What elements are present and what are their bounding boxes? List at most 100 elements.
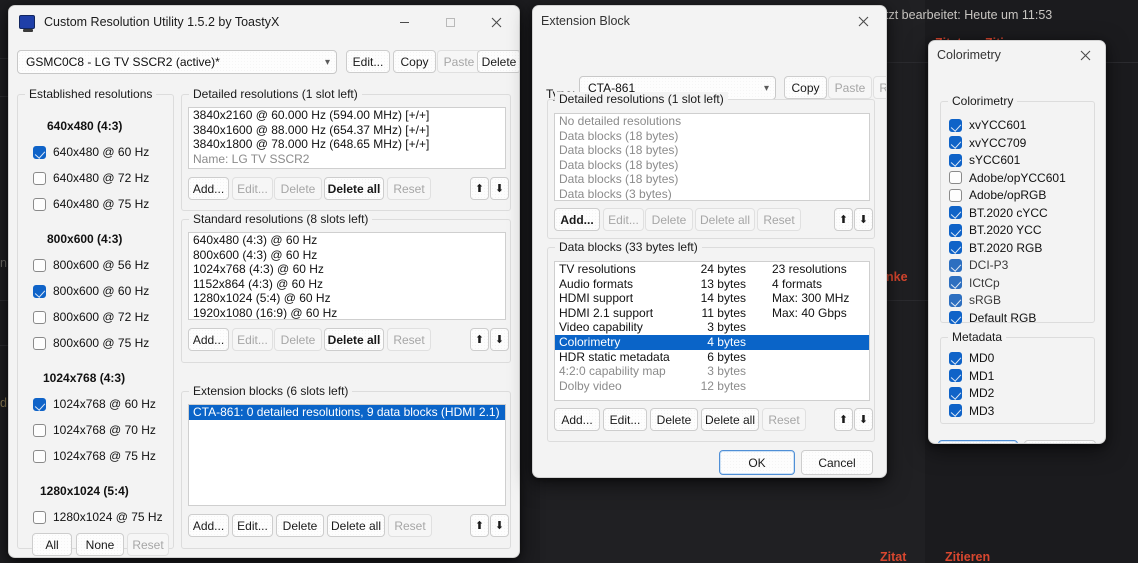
extblocks-delete-all-button[interactable]: Delete all <box>327 514 385 537</box>
list-item[interactable]: Data blocks (18 bytes) <box>555 158 869 173</box>
ext-detailed-list[interactable]: No detailed resolutions Data blocks (18 … <box>554 113 870 201</box>
datablocks-reset-button[interactable]: Reset <box>762 408 806 431</box>
ext-detailed-delete-all-button[interactable]: Delete all <box>695 208 755 231</box>
arrow-up-icon[interactable]: ⬆ <box>470 328 489 351</box>
table-row[interactable]: Colorimetry 4 bytes <box>555 334 869 350</box>
checkbox-1024x768-70[interactable]: 1024x768 @ 70 Hz <box>33 423 156 437</box>
checkbox-md3[interactable]: MD3 <box>949 404 994 418</box>
list-item[interactable]: 3840x1800 @ 78.000 Hz (648.65 MHz) [+/+] <box>189 137 505 152</box>
detailed-delete-button[interactable]: Delete <box>274 177 322 200</box>
table-row[interactable]: TV resolutions 24 bytes 23 resolutions <box>555 262 869 277</box>
checkbox-md0[interactable]: MD0 <box>949 351 994 365</box>
table-row[interactable]: HDR static metadata 6 bytes <box>555 350 869 365</box>
close-icon[interactable] <box>473 6 519 38</box>
list-item[interactable]: 3840x2160 @ 60.000 Hz (594.00 MHz) [+/+] <box>189 108 505 123</box>
detailed-resolutions-list[interactable]: 3840x2160 @ 60.000 Hz (594.00 MHz) [+/+]… <box>188 107 506 169</box>
checkbox-xvycc601[interactable]: xvYCC601 <box>949 118 1026 132</box>
checkbox-xvycc709[interactable]: xvYCC709 <box>949 136 1026 150</box>
extension-blocks-list[interactable]: CTA-861: 0 detailed resolutions, 9 data … <box>188 404 506 506</box>
arrow-down-icon[interactable]: ⬇ <box>490 177 509 200</box>
checkbox-dci-p3[interactable]: DCI-P3 <box>949 258 1008 272</box>
arrow-up-icon[interactable]: ⬆ <box>470 177 489 200</box>
colorimetry-ok-button[interactable]: OK <box>938 440 1018 443</box>
extblocks-reset-button[interactable]: Reset <box>388 514 432 537</box>
checkbox-bt2020-rgb[interactable]: BT.2020 RGB <box>949 241 1042 255</box>
list-item[interactable]: 3840x1600 @ 88.000 Hz (654.37 MHz) [+/+] <box>189 123 505 138</box>
list-item[interactable]: Name: LG TV SSCR2 <box>189 152 505 167</box>
list-item[interactable]: Data blocks (18 bytes) <box>555 129 869 144</box>
standard-reset-button[interactable]: Reset <box>387 328 431 351</box>
extblocks-delete-button[interactable]: Delete <box>276 514 324 537</box>
checkbox-ictcp[interactable]: ICtCp <box>949 276 1000 290</box>
checkbox-800x600-60[interactable]: 800x600 @ 60 Hz <box>33 284 149 298</box>
list-item[interactable]: 1280x1024 (5:4) @ 60 Hz <box>189 291 505 306</box>
reset-block-button[interactable]: Reset <box>873 76 886 99</box>
table-row[interactable]: Audio formats 13 bytes 4 formats <box>555 277 869 292</box>
minimize-icon[interactable] <box>381 6 427 38</box>
established-none-button[interactable]: None <box>76 533 124 556</box>
standard-add-button[interactable]: Add... <box>188 328 229 351</box>
copy-block-button[interactable]: Copy <box>784 76 827 99</box>
list-item[interactable]: CTA-861: 0 detailed resolutions, 9 data … <box>189 405 505 420</box>
list-item[interactable]: 1024x768 (4:3) @ 60 Hz <box>189 262 505 277</box>
checkbox-800x600-56[interactable]: 800x600 @ 56 Hz <box>33 258 149 272</box>
extension-dialog-window-controls[interactable] <box>840 6 886 36</box>
standard-delete-button[interactable]: Delete <box>274 328 322 351</box>
checkbox-800x600-72[interactable]: 800x600 @ 72 Hz <box>33 310 149 324</box>
list-item[interactable]: 640x480 (4:3) @ 60 Hz <box>189 233 505 248</box>
detailed-add-button[interactable]: Add... <box>188 177 229 200</box>
detailed-delete-all-button[interactable]: Delete all <box>324 177 384 200</box>
arrow-up-icon[interactable]: ⬆ <box>834 208 853 231</box>
main-window-cru[interactable]: Custom Resolution Utility 1.5.2 by Toast… <box>8 5 520 558</box>
checkbox-md2[interactable]: MD2 <box>949 386 994 400</box>
list-item[interactable]: Data blocks (18 bytes) <box>555 172 869 187</box>
arrow-down-icon[interactable]: ⬇ <box>490 514 509 537</box>
standard-delete-all-button[interactable]: Delete all <box>324 328 384 351</box>
close-icon[interactable] <box>1065 41 1105 69</box>
table-row[interactable]: HDMI support 14 bytes Max: 300 MHz <box>555 291 869 306</box>
checkbox-1024x768-75[interactable]: 1024x768 @ 75 Hz <box>33 449 156 463</box>
checkbox-640x480-75[interactable]: 640x480 @ 75 Hz <box>33 197 149 211</box>
table-row[interactable]: 4:2:0 capability map 3 bytes <box>555 364 869 379</box>
arrow-down-icon[interactable]: ⬇ <box>854 208 873 231</box>
list-item[interactable]: Data blocks (3 bytes) <box>555 187 869 200</box>
datablocks-add-button[interactable]: Add... <box>554 408 600 431</box>
datablocks-edit-button[interactable]: Edit... <box>603 408 647 431</box>
arrow-up-icon[interactable]: ⬆ <box>834 408 853 431</box>
standard-edit-button[interactable]: Edit... <box>232 328 273 351</box>
checkbox-sycc601[interactable]: sYCC601 <box>949 153 1020 167</box>
established-all-button[interactable]: All <box>32 533 72 556</box>
standard-resolutions-list[interactable]: 640x480 (4:3) @ 60 Hz 800x600 (4:3) @ 60… <box>188 232 506 320</box>
paste-display-button[interactable]: Paste <box>437 50 481 73</box>
arrow-up-icon[interactable]: ⬆ <box>470 514 489 537</box>
delete-display-button[interactable]: Delete <box>477 50 519 73</box>
list-item[interactable]: No detailed resolutions <box>555 114 869 129</box>
extblocks-edit-button[interactable]: Edit... <box>232 514 273 537</box>
extension-block-dialog[interactable]: Extension Block Type: CTA-861 ▾ Copy Pas… <box>532 5 887 478</box>
close-icon[interactable] <box>840 6 886 36</box>
ext-detailed-reset-button[interactable]: Reset <box>757 208 801 231</box>
colorimetry-window-controls[interactable] <box>1065 41 1105 69</box>
checkbox-640x480-72[interactable]: 640x480 @ 72 Hz <box>33 171 149 185</box>
arrow-down-icon[interactable]: ⬇ <box>854 408 873 431</box>
maximize-icon[interactable] <box>427 6 473 38</box>
ext-detailed-edit-button[interactable]: Edit... <box>603 208 644 231</box>
table-row[interactable]: HDMI 2.1 support 11 bytes Max: 40 Gbps <box>555 306 869 321</box>
detailed-edit-button[interactable]: Edit... <box>232 177 273 200</box>
colorimetry-dialog[interactable]: Colorimetry Colorimetry xvYCC601 xvYCC70… <box>928 40 1106 444</box>
detailed-reset-button[interactable]: Reset <box>387 177 431 200</box>
table-row[interactable]: Dolby video 12 bytes <box>555 379 869 394</box>
paste-block-button[interactable]: Paste <box>828 76 872 99</box>
list-item[interactable]: 1920x1080 (16:9) @ 60 Hz <box>189 306 505 319</box>
checkbox-adobe-oprgb[interactable]: Adobe/opRGB <box>949 188 1046 202</box>
copy-display-button[interactable]: Copy <box>393 50 436 73</box>
list-item[interactable]: 1152x864 (4:3) @ 60 Hz <box>189 277 505 292</box>
checkbox-1280x1024-75[interactable]: 1280x1024 @ 75 Hz <box>33 510 163 524</box>
arrow-down-icon[interactable]: ⬇ <box>490 328 509 351</box>
datablocks-delete-all-button[interactable]: Delete all <box>701 408 759 431</box>
table-row[interactable]: Video capability 3 bytes <box>555 320 869 335</box>
ext-ok-button[interactable]: OK <box>719 450 795 475</box>
checkbox-adobe-opycc601[interactable]: Adobe/opYCC601 <box>949 171 1066 185</box>
checkbox-1024x768-60[interactable]: 1024x768 @ 60 Hz <box>33 397 156 411</box>
checkbox-srgb[interactable]: sRGB <box>949 293 1001 307</box>
